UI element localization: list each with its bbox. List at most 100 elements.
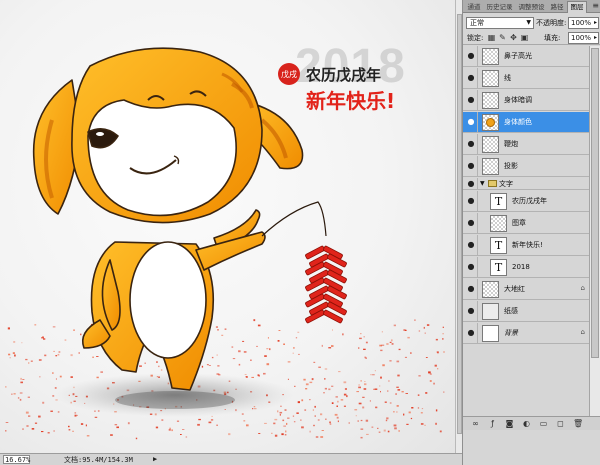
layer-thumbnail (482, 136, 499, 153)
confetti-piece (435, 409, 438, 412)
confetti-piece (185, 436, 188, 438)
layer-row[interactable]: ● 背景 ⌂ (463, 323, 589, 344)
confetti-piece (359, 337, 362, 340)
eye-icon[interactable]: ● (466, 139, 476, 149)
confetti-piece (442, 338, 444, 340)
lock-move-icon[interactable]: ✥ (509, 33, 518, 42)
add-mask-icon[interactable]: ◙ (505, 419, 514, 428)
visibility-divider (477, 46, 478, 67)
chevron-right-icon: ▸ (593, 34, 597, 41)
confetti-piece (58, 351, 61, 353)
eye-icon[interactable]: ● (466, 117, 476, 127)
link-layers-icon[interactable]: ∞ (471, 419, 480, 428)
confetti-piece (266, 348, 269, 350)
confetti-piece (34, 324, 37, 326)
eye-icon[interactable]: ● (466, 240, 476, 250)
confetti-piece (404, 356, 407, 358)
headline-lunar: 农历戊戌年 (305, 66, 381, 84)
new-group-icon[interactable]: ▭ (539, 419, 548, 428)
tab-history[interactable]: 历史记录 (484, 2, 515, 13)
layer-thumbnail (490, 215, 507, 232)
layer-row[interactable]: ● 线 (463, 68, 589, 89)
layer-name: 鼻子高光 (504, 52, 532, 60)
layer-row[interactable]: ● 大地红 ⌂ (463, 279, 589, 300)
chevron-right-icon: ▸ (593, 19, 597, 26)
eye-icon[interactable]: ● (466, 306, 476, 316)
layer-thumbnail (482, 303, 499, 320)
eye-icon[interactable]: ● (466, 179, 476, 189)
layer-row[interactable]: ● 鞭炮 (463, 134, 589, 155)
group-expand-icon[interactable]: ▼ (480, 180, 485, 187)
lock-all-icon[interactable]: ▣ (520, 33, 529, 42)
tab-channels[interactable]: 通道 (465, 2, 483, 13)
eye-icon[interactable]: ● (466, 284, 476, 294)
new-layer-icon[interactable]: ◻ (556, 419, 565, 428)
text-layer-icon: T (490, 259, 507, 276)
confetti-piece (309, 430, 311, 433)
lock-transparent-icon[interactable]: ▦ (487, 33, 496, 42)
tab-adjust-presets[interactable]: 调整预设 (516, 2, 547, 13)
confetti-piece (329, 421, 331, 424)
confetti-piece (358, 384, 360, 386)
adjustment-layer-icon[interactable]: ◐ (522, 419, 531, 428)
opacity-input[interactable]: 100% ▸ (568, 17, 599, 29)
layer-row[interactable]: ● 身体颜色 (463, 112, 589, 133)
fill-input[interactable]: 100% ▸ (568, 32, 599, 44)
layer-group-row[interactable]: ● ▼ 文字 (463, 178, 589, 190)
layer-row[interactable]: ● 纸感 (463, 301, 589, 322)
layer-row[interactable]: ● 图章 (463, 213, 589, 234)
confetti-piece (155, 426, 159, 429)
delete-layer-icon[interactable]: 🗑 (573, 419, 583, 428)
layer-row[interactable]: ● 投影 (463, 156, 589, 177)
confetti-piece (19, 398, 22, 401)
eye-icon[interactable]: ● (466, 161, 476, 171)
eye-icon[interactable]: ● (466, 95, 476, 105)
eye-icon[interactable]: ● (466, 218, 476, 228)
panel-menu-icon[interactable]: ≡ (592, 1, 599, 10)
confetti-piece (442, 333, 444, 335)
scroll-thumb[interactable] (591, 48, 599, 358)
confetti-piece (363, 388, 367, 390)
layer-row[interactable]: ● T 2018 (463, 257, 589, 278)
eye-icon[interactable]: ● (466, 328, 476, 338)
layer-row[interactable]: ● 身体暗调 (463, 90, 589, 111)
confetti-piece (44, 354, 47, 357)
confetti-piece (387, 430, 390, 433)
layer-style-icon[interactable]: ƒ (488, 419, 497, 428)
status-menu-arrow-icon[interactable]: ▶ (153, 455, 157, 463)
confetti-piece (417, 394, 420, 396)
blend-mode-select[interactable]: 正常 ▼ (466, 17, 534, 29)
layer-name: 线 (504, 74, 511, 82)
lock-paint-icon[interactable]: ✎ (498, 33, 507, 42)
layer-list-scrollbar[interactable] (589, 46, 600, 416)
confetti-piece (198, 418, 201, 421)
layer-row[interactable]: ● 鼻子高光 (463, 46, 589, 67)
eye-icon[interactable]: ● (466, 73, 476, 83)
layer-row[interactable]: ● T 新年快乐! (463, 235, 589, 256)
eye-icon[interactable]: ● (466, 196, 476, 206)
tab-paths[interactable]: 路径 (548, 2, 566, 13)
confetti-piece (433, 382, 435, 385)
visibility-divider (477, 279, 478, 300)
confetti-piece (442, 326, 444, 328)
eye-icon[interactable]: ● (466, 262, 476, 272)
confetti-piece (264, 355, 267, 357)
zoom-level-field[interactable]: 16.67% (3, 455, 30, 464)
confetti-piece (324, 368, 328, 370)
confetti-piece (85, 424, 87, 427)
canvas-vertical-scrollbar[interactable] (455, 0, 462, 453)
document-canvas[interactable]: 2018 戊戌 农历戊戌年 新年快乐! (0, 0, 455, 453)
confetti-piece (364, 381, 366, 382)
confetti-piece (286, 422, 288, 425)
tab-layers[interactable]: 图层 (567, 1, 587, 13)
confetti-piece (295, 337, 298, 339)
layer-row[interactable]: ● T 农历戊戌年 (463, 191, 589, 212)
eye-icon[interactable]: ● (466, 51, 476, 61)
confetti-piece (284, 434, 287, 436)
confetti-piece (292, 352, 294, 354)
confetti-piece (383, 429, 386, 432)
confetti-piece (360, 419, 363, 422)
confetti-piece (411, 407, 414, 409)
confetti-piece (428, 371, 431, 374)
confetti-piece (278, 330, 281, 331)
